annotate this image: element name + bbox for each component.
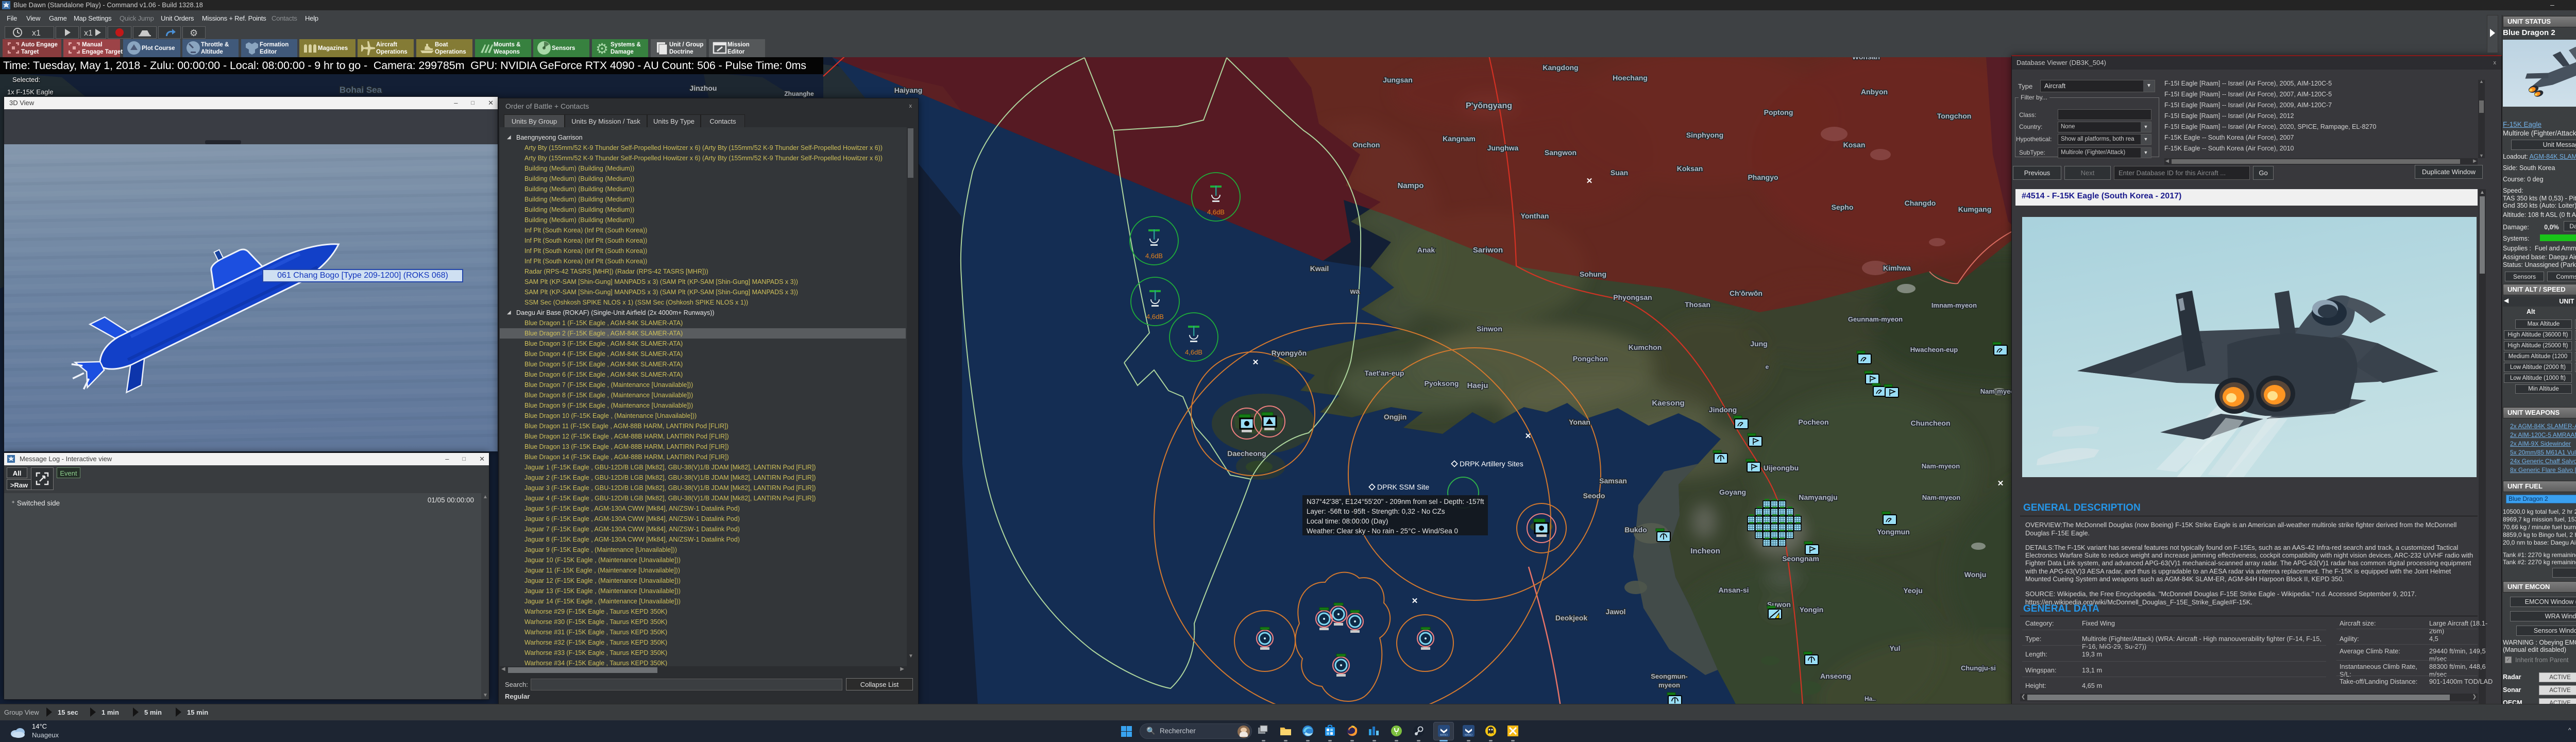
svg-text:Goyang: Goyang [1719,488,1746,496]
svg-text:Kangnam: Kangnam [1443,134,1476,143]
svg-text:Zhuanghe: Zhuanghe [784,90,814,97]
svg-text:Daecheong: Daecheong [1227,449,1266,458]
svg-text:Samsan: Samsan [1599,477,1627,485]
svg-text:Uijeongbu: Uijeongbu [1764,464,1799,472]
svg-text:✕: ✕ [1252,358,1259,367]
svg-text:Ansan-si: Ansan-si [1718,586,1749,594]
svg-text:Yongin: Yongin [1800,605,1823,614]
svg-text:4,6dB: 4,6dB [1207,208,1225,216]
svg-text:Phyongsan: Phyongsan [1613,293,1652,301]
svg-text:Onchon: Onchon [1353,141,1380,149]
svg-text:Suan: Suan [1611,168,1628,177]
svg-text:Jinzhou: Jinzhou [690,84,717,92]
svg-text:✕: ✕ [1586,177,1593,185]
svg-text:Kimhwa: Kimhwa [1883,264,1911,272]
svg-text:Imnam-myeon: Imnam-myeon [1931,301,1977,309]
svg-text:⚙: ⚙ [596,41,608,57]
svg-text:Layer: -56ft to -95ft - Streng: Layer: -56ft to -95ft - Strength: 0,32 -… [1307,508,1445,515]
svg-text:N37°42'38", E124°55'20" - 209n: N37°42'38", E124°55'20" - 209nm from sel… [1307,498,1484,505]
svg-text:Kangdong: Kangdong [1543,63,1578,72]
svg-text:Poptong: Poptong [1764,108,1793,116]
svg-text:Kumchon: Kumchon [1629,343,1662,351]
svg-text:Jungsan: Jungsan [1383,76,1413,84]
svg-text:Pongchon: Pongchon [1573,355,1608,363]
svg-text:Nampo: Nampo [1398,181,1424,190]
svg-text:Jawol: Jawol [1606,608,1626,616]
svg-text:4,6dB: 4,6dB [1145,252,1163,260]
svg-text:Ongjin: Ongjin [1384,413,1406,421]
svg-text:Incheon: Incheon [1690,547,1720,555]
svg-text:Junghwa: Junghwa [1487,144,1519,152]
svg-text:Phangyo: Phangyo [1748,173,1778,181]
svg-text:Koksan: Koksan [1677,164,1703,173]
svg-text:Deokjeok: Deokjeok [1555,614,1587,622]
svg-text:myeon: myeon [1658,681,1680,689]
svg-text:Haiyang: Haiyang [894,86,922,94]
svg-text:⚙: ⚙ [190,28,198,38]
svg-text:Local time: 08:00:00 (Day): Local time: 08:00:00 (Day) [1307,517,1388,525]
svg-text:wa: wa [1350,287,1360,295]
svg-text:DPRK SSM Site: DPRK SSM Site [1377,483,1429,491]
svg-text:Kwail: Kwail [1310,264,1329,273]
svg-text:Sohung: Sohung [1580,270,1606,278]
svg-text:Pyoksong: Pyoksong [1425,379,1459,387]
svg-text:Kumgang: Kumgang [1958,205,1992,213]
svg-text:Haeju: Haeju [1467,381,1488,390]
svg-text:Sepho: Sepho [1832,203,1854,211]
svg-text:Kaesong: Kaesong [1652,399,1684,408]
svg-text:MANO: MANO [1440,734,1448,737]
svg-text:Sangwon: Sangwon [1545,148,1577,157]
svg-text:Taet'an-eup: Taet'an-eup [1365,369,1404,377]
svg-text:Seodo: Seodo [1583,492,1605,500]
svg-text:Namyangju: Namyangju [1799,493,1837,501]
svg-text:Yonthan: Yonthan [1521,212,1549,220]
svg-text:Thosan: Thosan [1685,300,1710,309]
svg-text:✕: ✕ [1997,479,2004,488]
svg-text:Nam-myeon: Nam-myeon [1922,462,1960,470]
svg-text:Chuncheon: Chuncheon [1911,419,1951,427]
svg-text:x1: x1 [84,29,93,38]
svg-text:Hwacheon-eup: Hwacheon-eup [1910,346,1958,353]
svg-text:4,6dB: 4,6dB [1146,313,1164,321]
svg-text:Bukdo: Bukdo [1624,526,1647,534]
svg-text:Sinwon: Sinwon [1477,325,1502,333]
svg-text:Changdo: Changdo [1905,199,1936,207]
svg-text:Yonan: Yonan [1569,418,1590,426]
svg-text:Tongchon: Tongchon [1937,112,1972,120]
svg-text:Jung: Jung [1750,340,1767,348]
svg-text:MANO: MANO [1465,734,1472,737]
svg-text:Ch'ŏrwŏn: Ch'ŏrwŏn [1730,289,1762,297]
svg-text:✕: ✕ [1412,597,1418,605]
svg-text:Anbyon: Anbyon [1861,88,1888,96]
svg-text:Hoechang: Hoechang [1613,74,1648,82]
svg-text:Kosan: Kosan [1843,141,1866,149]
svg-text:Ha..: Ha.. [1865,695,1876,702]
svg-text:Ryongyŏn: Ryongyŏn [1272,349,1307,357]
svg-text:Geunnam-myeon: Geunnam-myeon [1848,315,1903,323]
svg-text:Jindong: Jindong [1709,406,1737,414]
svg-text:Weather: Clear sky - No rain -: Weather: Clear sky - No rain - 25°C - Wi… [1307,527,1458,535]
svg-text:DRPK Artillery Sites: DRPK Artillery Sites [1460,460,1523,468]
svg-text:✕: ✕ [1525,432,1532,441]
svg-text:4,6dB: 4,6dB [1185,348,1202,356]
svg-text:P'yŏngyang: P'yŏngyang [1466,102,1512,110]
svg-text:Pocheon: Pocheon [1798,418,1828,426]
svg-text:Chungju-si: Chungju-si [1961,664,1996,672]
svg-text:Anak: Anak [1417,246,1435,254]
svg-text:x1: x1 [32,29,41,38]
svg-text:Sinphyong: Sinphyong [1686,131,1723,139]
svg-text:e: e [1766,363,1769,370]
svg-text:Anseong: Anseong [1820,672,1851,680]
svg-text:Seongnam: Seongnam [1782,554,1819,563]
svg-text:Sariwon: Sariwon [1473,246,1503,255]
svg-text:Wonju: Wonju [1964,570,1987,579]
svg-text:Yul: Yul [1889,644,1900,652]
svg-text:Seongmun-: Seongmun- [1651,672,1688,680]
svg-text:Yongmun: Yongmun [1877,528,1910,536]
svg-text:Nam-myeon: Nam-myeon [1922,494,1960,501]
svg-text:Yeoju: Yeoju [1903,586,1922,595]
svg-text:Bohai Sea: Bohai Sea [340,85,382,95]
